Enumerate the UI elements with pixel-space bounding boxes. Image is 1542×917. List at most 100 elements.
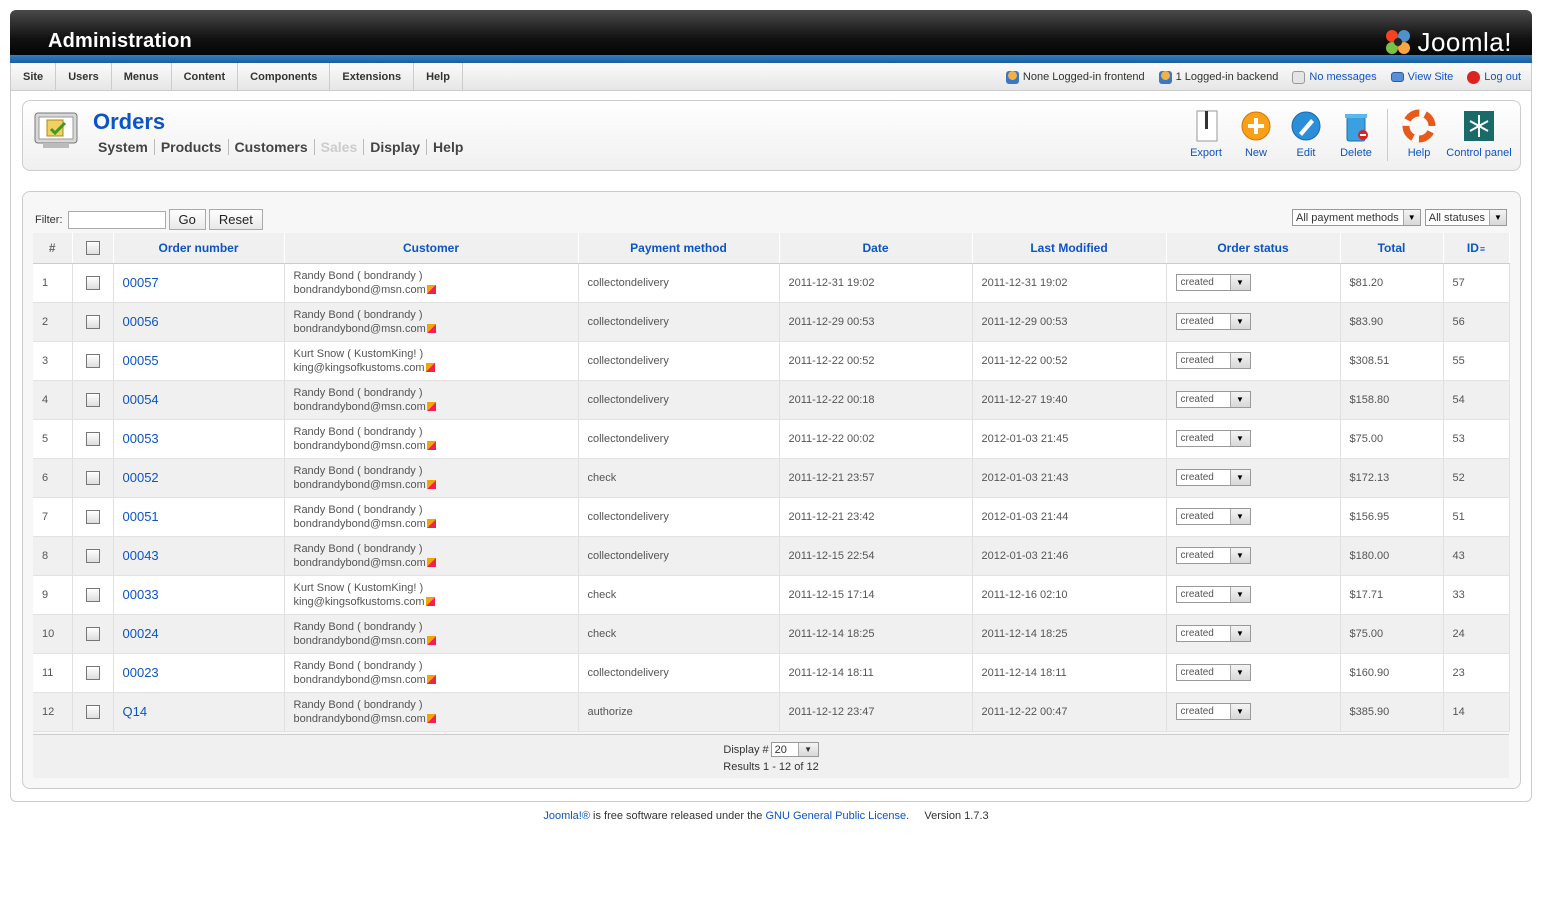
order-status-select[interactable]: created ▼: [1175, 664, 1251, 681]
row-checkbox[interactable]: [85, 548, 100, 563]
filter-input[interactable]: [67, 210, 166, 229]
order-status-select[interactable]: created ▼: [1175, 352, 1251, 369]
order-number-link[interactable]: 00054: [123, 392, 159, 407]
submenu-help[interactable]: Help: [427, 139, 469, 155]
total-cell: $158.80: [1340, 380, 1444, 420]
menu-menus[interactable]: Menus: [112, 63, 172, 91]
row-checkbox[interactable]: [85, 587, 100, 602]
date-cell: 2011-12-29 00:53: [779, 302, 973, 342]
order-number-link[interactable]: 00051: [123, 509, 159, 524]
select-all-checkbox[interactable]: [85, 241, 100, 256]
go-button[interactable]: Go: [168, 209, 206, 230]
menu-users[interactable]: Users: [56, 63, 112, 91]
edit-button[interactable]: Edit: [1281, 109, 1331, 165]
submenu-products[interactable]: Products: [155, 139, 229, 155]
customer-name: Randy Bond ( bondrandy ): [293, 308, 423, 321]
col-order-number[interactable]: Order number: [113, 233, 285, 264]
menu-site[interactable]: Site: [11, 63, 57, 91]
row-checkbox[interactable]: [85, 392, 100, 407]
col-customer[interactable]: Customer: [284, 233, 579, 264]
row-checkbox[interactable]: [85, 353, 100, 368]
pencil-icon[interactable]: [426, 635, 436, 645]
order-number-link[interactable]: 00043: [123, 548, 159, 563]
id-cell: 14: [1443, 692, 1510, 732]
row-checkbox[interactable]: [85, 704, 100, 719]
pencil-icon[interactable]: [426, 557, 436, 567]
payment-method-select[interactable]: All payment methods ▼: [1292, 209, 1421, 226]
order-number-link[interactable]: 00023: [123, 665, 159, 680]
order-status-select[interactable]: created ▼: [1175, 391, 1251, 408]
pencil-icon[interactable]: [426, 479, 436, 489]
order-status-select[interactable]: created ▼: [1175, 508, 1251, 525]
col-payment-method[interactable]: Payment method: [578, 233, 780, 264]
reset-button[interactable]: Reset: [208, 209, 263, 230]
col-id[interactable]: ID≡: [1443, 233, 1510, 264]
export-button[interactable]: Export: [1181, 109, 1231, 165]
customer-email: bondrandybond@msn.com: [293, 283, 426, 296]
customer-name: Randy Bond ( bondrandy ): [293, 269, 423, 282]
col-last-modified[interactable]: Last Modified: [972, 233, 1167, 264]
order-number-link[interactable]: 00056: [123, 314, 159, 329]
order-number-link[interactable]: 00053: [123, 431, 159, 446]
menu-help[interactable]: Help: [414, 63, 463, 91]
order-status-select[interactable]: created ▼: [1175, 274, 1251, 291]
order-number-link[interactable]: 00055: [123, 353, 159, 368]
view-site[interactable]: View Site: [1390, 71, 1454, 83]
pencil-icon[interactable]: [426, 440, 436, 450]
help-button[interactable]: Help: [1394, 109, 1444, 165]
delete-button[interactable]: Delete: [1331, 109, 1381, 165]
date-cell: 2011-12-12 23:47: [779, 692, 973, 732]
gpl-link[interactable]: GNU General Public License: [765, 810, 906, 822]
pencil-icon[interactable]: [426, 674, 436, 684]
order-status-select[interactable]: created ▼: [1175, 469, 1251, 486]
submenu-display[interactable]: Display: [364, 139, 428, 155]
submenu-customers[interactable]: Customers: [229, 139, 315, 155]
col-total[interactable]: Total: [1340, 233, 1444, 264]
order-status-value: created: [1180, 667, 1214, 678]
row-checkbox[interactable]: [85, 275, 100, 290]
logout[interactable]: Log out: [1467, 70, 1521, 84]
order-status-select[interactable]: created ▼: [1175, 586, 1251, 603]
messages-link[interactable]: No messages: [1309, 71, 1376, 83]
joomla-link[interactable]: Joomla!®: [543, 810, 590, 822]
row-checkbox[interactable]: [85, 431, 100, 446]
view-site-link[interactable]: View Site: [1408, 71, 1454, 83]
order-status-select[interactable]: created ▼: [1175, 625, 1251, 642]
menu-components[interactable]: Components: [238, 63, 331, 91]
new-button[interactable]: New: [1231, 109, 1281, 165]
pencil-icon[interactable]: [426, 323, 436, 333]
order-status-select[interactable]: created ▼: [1175, 313, 1251, 330]
pencil-icon[interactable]: [426, 713, 436, 723]
order-number-link[interactable]: 00057: [123, 275, 159, 290]
col-order-status[interactable]: Order status: [1166, 233, 1341, 264]
row-checkbox[interactable]: [85, 470, 100, 485]
logout-link[interactable]: Log out: [1484, 71, 1521, 83]
display-count-select[interactable]: 20 ▼: [770, 742, 819, 757]
control-panel-button[interactable]: Control panel: [1444, 109, 1514, 165]
order-status-select[interactable]: created ▼: [1175, 430, 1251, 447]
pencil-icon[interactable]: [426, 518, 436, 528]
pencil-icon[interactable]: [426, 401, 436, 411]
pencil-icon[interactable]: [425, 596, 435, 606]
row-checkbox[interactable]: [85, 665, 100, 680]
order-status-select[interactable]: All statuses ▼: [1424, 209, 1507, 226]
submenu-system[interactable]: System: [98, 139, 155, 155]
order-number-link[interactable]: 00033: [123, 587, 159, 602]
pencil-icon[interactable]: [425, 362, 435, 372]
customer-email-line: king@kingsofkustoms.com: [294, 595, 578, 609]
order-status-select[interactable]: created ▼: [1175, 703, 1251, 720]
row-checkbox[interactable]: [85, 314, 100, 329]
payment-method-cell: authorize: [578, 692, 780, 732]
menu-extensions[interactable]: Extensions: [330, 63, 415, 91]
row-checkbox[interactable]: [85, 509, 100, 524]
col-date[interactable]: Date: [779, 233, 973, 264]
order-number-link[interactable]: 00052: [123, 470, 159, 485]
messages[interactable]: No messages: [1292, 70, 1377, 84]
order-number-link[interactable]: Q14: [123, 704, 148, 719]
row-checkbox[interactable]: [85, 626, 100, 641]
pencil-icon[interactable]: [426, 284, 436, 294]
order-status-select[interactable]: created ▼: [1175, 547, 1251, 564]
order-number-link[interactable]: 00024: [123, 626, 159, 641]
menu-content[interactable]: Content: [172, 63, 239, 91]
chevron-down-icon: ▼: [1229, 275, 1250, 290]
